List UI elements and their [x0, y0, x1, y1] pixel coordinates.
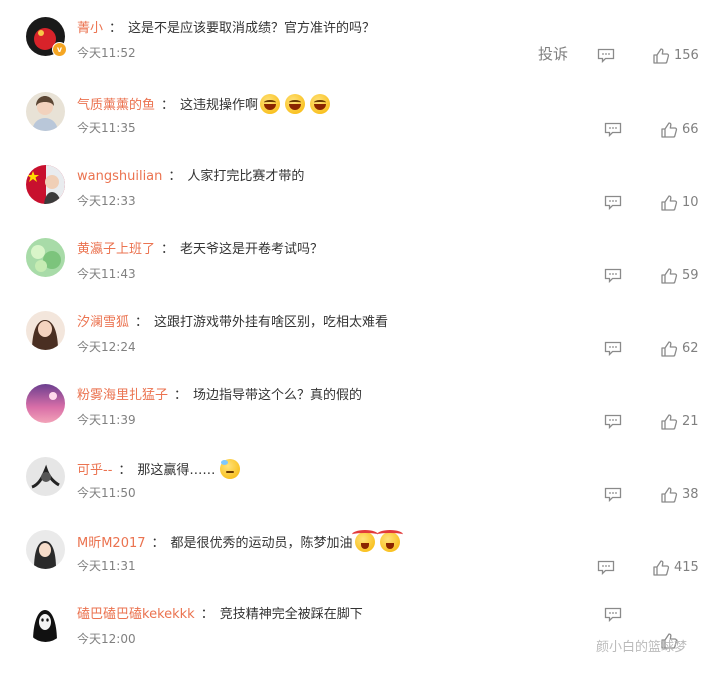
- like-count: 21: [682, 414, 699, 429]
- username-link[interactable]: 磕巴磕巴磕kekekkk: [77, 607, 195, 622]
- verified-badge-icon: v: [52, 42, 67, 57]
- comment-icon[interactable]: [604, 341, 622, 356]
- thumbs-up-icon: [661, 341, 678, 357]
- like-count: 66: [682, 122, 699, 137]
- comment-item: 黄瀛子上班了 ： 老天爷这是开卷考试吗？ 今天11:43 59: [0, 238, 719, 311]
- avatar[interactable]: [26, 603, 65, 642]
- comment-item: 气质薰薰的鱼 ： 这违规操作啊 今天11:35 66: [0, 92, 719, 165]
- comment-line: wangshuilian ： 人家打完比赛才带的: [77, 167, 304, 187]
- comment-item: v 菁小 ： 这是不是应该要取消成绩？官方准许的吗？ 今天11:52 投诉 156: [0, 17, 719, 90]
- sweat-emoji-icon: [220, 459, 241, 479]
- comment-text: 老天爷这是开卷考试吗？: [180, 242, 324, 257]
- comment-icon[interactable]: [604, 607, 622, 622]
- comment-icon[interactable]: [604, 122, 622, 137]
- comment-time: 今天12:24: [77, 340, 136, 354]
- separator: ：: [161, 98, 175, 113]
- like-count: 415: [674, 560, 699, 575]
- comment-time: 今天12:33: [77, 194, 136, 208]
- laughing-emoji-icon: [310, 94, 331, 114]
- thumbs-up-icon: [653, 560, 670, 576]
- cheer-emoji-icon: [351, 530, 378, 552]
- comment-icon[interactable]: [597, 560, 615, 575]
- comment-text: 那这赢得……: [137, 463, 216, 478]
- laughing-emoji-icon: [260, 94, 281, 114]
- comment-item: M昕M2017 ： 都是很优秀的运动员，陈梦加油 今天11:31 415: [0, 530, 719, 603]
- comment-item: 可乎-- ： 那这赢得…… 今天11:50 38: [0, 457, 719, 530]
- comment-line: 汐澜雪狐 ： 这跟打游戏带外挂有啥区别，吃相太难看: [77, 313, 388, 333]
- separator: ：: [174, 388, 188, 403]
- thumbs-up-icon: [653, 48, 670, 64]
- comment-icon[interactable]: [604, 195, 622, 210]
- comment-line: 粉雾海里扎猛子 ： 场边指导带这个么？真的假的: [77, 386, 362, 406]
- separator: ：: [135, 315, 149, 330]
- username-link[interactable]: 菁小: [77, 21, 103, 36]
- username-link[interactable]: 汐澜雪狐: [77, 315, 129, 330]
- watermark: 颜小白的篮球梦: [596, 640, 688, 655]
- comment-line: 黄瀛子上班了 ： 老天爷这是开卷考试吗？: [77, 240, 323, 260]
- comment-time: 今天11:50: [77, 486, 136, 500]
- separator: ：: [200, 607, 214, 622]
- comment-line: 气质薰薰的鱼 ： 这违规操作啊: [77, 94, 331, 116]
- report-button[interactable]: 投诉: [538, 43, 568, 64]
- avatar[interactable]: [26, 165, 65, 204]
- comment-text: 这跟打游戏带外挂有啥区别，吃相太难看: [154, 315, 389, 330]
- comment-line: 菁小 ： 这是不是应该要取消成绩？官方准许的吗？: [77, 19, 375, 39]
- comment-line: 可乎-- ： 那这赢得……: [77, 459, 241, 481]
- laughing-emoji-icon: [285, 94, 306, 114]
- thumbs-up-icon: [661, 414, 678, 430]
- avatar[interactable]: [26, 384, 65, 423]
- separator: ：: [161, 242, 175, 257]
- username-link[interactable]: M昕M2017: [77, 536, 146, 551]
- avatar[interactable]: [26, 238, 65, 277]
- comment-text: 人家打完比赛才带的: [187, 169, 305, 184]
- like-count: 59: [682, 268, 699, 283]
- comment-text: 场边指导带这个么？真的假的: [193, 388, 363, 403]
- thumbs-up-icon: [661, 487, 678, 503]
- comment-icon[interactable]: [604, 414, 622, 429]
- comment-line: 磕巴磕巴磕kekekkk ： 竞技精神完全被踩在脚下: [77, 605, 363, 625]
- username-link[interactable]: 黄瀛子上班了: [77, 242, 155, 257]
- comment-icon[interactable]: [604, 487, 622, 502]
- avatar[interactable]: [26, 92, 65, 131]
- comment-item: 粉雾海里扎猛子 ： 场边指导带这个么？真的假的 今天11:39 21: [0, 384, 719, 457]
- cheer-emoji-icon: [376, 530, 403, 552]
- username-link[interactable]: 粉雾海里扎猛子: [77, 388, 168, 403]
- comment-time: 今天12:00: [77, 632, 136, 646]
- avatar[interactable]: [26, 311, 65, 350]
- comment-text: 这违规操作啊: [180, 98, 259, 113]
- like-count: 10: [682, 195, 699, 210]
- comment-item: 汐澜雪狐 ： 这跟打游戏带外挂有啥区别，吃相太难看 今天12:24 62: [0, 311, 719, 384]
- like-count: 38: [682, 487, 699, 502]
- comment-time: 今天11:39: [77, 413, 136, 427]
- avatar[interactable]: [26, 530, 65, 569]
- comment-time: 今天11:31: [77, 559, 136, 573]
- username-link[interactable]: 可乎--: [77, 463, 112, 478]
- thumbs-up-icon: [661, 268, 678, 284]
- comment-text: 竞技精神完全被踩在脚下: [219, 607, 363, 622]
- username-link[interactable]: 气质薰薰的鱼: [77, 98, 155, 113]
- separator: ：: [168, 169, 182, 184]
- separator: ：: [118, 463, 132, 478]
- like-count: 156: [674, 48, 699, 63]
- username-link[interactable]: wangshuilian: [77, 169, 162, 184]
- comment-text: 都是很优秀的运动员，陈梦加油: [170, 536, 353, 551]
- separator: ：: [109, 21, 123, 36]
- comment-time: 今天11:52: [77, 46, 136, 60]
- comment-icon[interactable]: [597, 48, 615, 63]
- comment-icon[interactable]: [604, 268, 622, 283]
- comment-time: 今天11:43: [77, 267, 136, 281]
- separator: ：: [151, 536, 165, 551]
- like-count: 62: [682, 341, 699, 356]
- comment-text: 这是不是应该要取消成绩？官方准许的吗？: [128, 21, 376, 36]
- thumbs-up-icon: [661, 195, 678, 211]
- comment-time: 今天11:35: [77, 121, 136, 135]
- comment-item: wangshuilian ： 人家打完比赛才带的 今天12:33 10: [0, 165, 719, 238]
- thumbs-up-icon: [661, 122, 678, 138]
- comment-line: M昕M2017 ： 都是很优秀的运动员，陈梦加油: [77, 530, 403, 554]
- avatar[interactable]: [26, 457, 65, 496]
